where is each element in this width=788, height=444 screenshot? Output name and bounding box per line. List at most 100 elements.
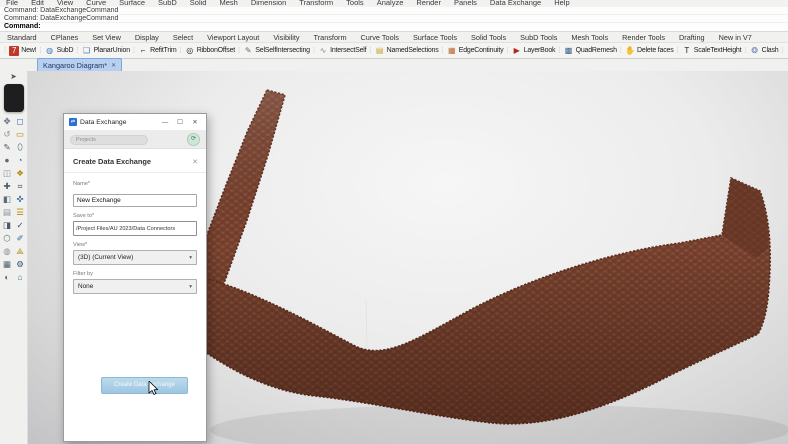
sidebar-tool-icon[interactable]: ↺ (3, 128, 10, 141)
toolbar-button-delete-faces[interactable]: ✋Delete faces (625, 46, 674, 56)
toolbar-tab-subd-tools[interactable]: SubD Tools (513, 33, 564, 42)
toolbar-tab-visibility[interactable]: Visibility (266, 33, 306, 42)
menu-curve[interactable]: Curve (86, 0, 106, 7)
viewport-tab-kangaroo-diagram[interactable]: Kangaroo Diagram* ✕ (37, 58, 122, 71)
card-close-icon[interactable]: ✕ (192, 158, 198, 166)
toolbar-tab-curve-tools[interactable]: Curve Tools (354, 33, 406, 42)
view-select[interactable]: (3D) (Current View) ▾ (73, 250, 197, 265)
sidebar-tool-icon[interactable]: ◻ (16, 115, 23, 128)
tab-close-icon[interactable]: ✕ (111, 62, 116, 69)
toolbar-button-scaletextheight[interactable]: TScaleTextHeight (682, 46, 742, 56)
sidebar-tool-icon[interactable]: ⬯ (17, 141, 22, 154)
toolbar-button-quadremesh[interactable]: ▩QuadRemesh (564, 46, 617, 56)
sidebar-tool-icon[interactable]: ✜ (16, 193, 23, 206)
menu-transform[interactable]: Transform (299, 0, 333, 7)
menu-mesh[interactable]: Mesh (219, 0, 237, 7)
command-history[interactable]: Command: DataExchangeCommandCommand: Dat… (0, 7, 788, 32)
menu-tools[interactable]: Tools (346, 0, 364, 7)
toolbar-tab-standard[interactable]: Standard (0, 33, 44, 42)
chevron-down-icon: ▾ (189, 255, 192, 261)
menu-view[interactable]: View (57, 0, 73, 7)
toolbar-tab-cplanes[interactable]: CPlanes (44, 33, 86, 42)
toolbar-button-layerbook[interactable]: ▶LayerBook (512, 46, 556, 56)
sidebar-tool-icon[interactable]: ◧ (3, 193, 11, 206)
sidebar-tool-icon[interactable]: ◨ (3, 219, 11, 232)
sidebar-tool-icon[interactable]: ✐ (16, 232, 23, 245)
refittrim-icon: ⌐ (138, 46, 148, 56)
maximize-icon[interactable]: ☐ (174, 118, 186, 126)
menu-render[interactable]: Render (416, 0, 441, 7)
toolbar-button-label: IntersectSelf (330, 47, 366, 54)
collapsed-panel[interactable] (4, 84, 24, 112)
field-view: View* (3D) (Current View) ▾ (73, 236, 197, 265)
sidebar-tool-icon[interactable]: ◔ (17, 154, 22, 167)
toolbar-tab-drafting[interactable]: Drafting (672, 33, 712, 42)
toolbar-separator: ⁞ (620, 46, 622, 55)
sidebar-tool-icon[interactable]: ❖ (16, 167, 24, 180)
menu-file[interactable]: File (6, 0, 18, 7)
sidebar-tool-icon[interactable]: ▦ (3, 258, 11, 271)
sidebar-tool-icon[interactable]: ✓ (16, 219, 23, 232)
menu-edit[interactable]: Edit (31, 0, 44, 7)
toolbar-button-label: LayerBook (524, 47, 556, 54)
sidebar-tool-icon[interactable]: ● (4, 154, 9, 167)
toolbar-tab-set-view[interactable]: Set View (85, 33, 128, 42)
menu-surface[interactable]: Surface (119, 0, 145, 7)
toolbar-tab-render-tools[interactable]: Render Tools (615, 33, 672, 42)
sidebar-tool-icon[interactable]: ▭ (16, 128, 24, 141)
toolbar-tab-solid-tools[interactable]: Solid Tools (464, 33, 513, 42)
toolbar-tab-new-in-v7[interactable]: New in V7 (712, 33, 759, 42)
toolbar-tab-transform[interactable]: Transform (307, 33, 354, 42)
sidebar-tool-icon[interactable]: ⌂ (17, 271, 22, 284)
sidebar-tool-icon[interactable]: ⬡ (3, 232, 10, 245)
toolbar-button-refittrim[interactable]: ⌐RefitTrim (138, 46, 176, 56)
sidebar-tool-icon[interactable]: ✎ (3, 141, 10, 154)
toolbar-button-namedselections[interactable]: ▤NamedSelections (375, 46, 439, 56)
toolbar-tab-select[interactable]: Select (166, 33, 200, 42)
sidebar-tool-icon[interactable]: ⟁ (16, 245, 24, 258)
toolbar-button-label: PlanarUnion (94, 47, 130, 54)
sidebar-tool-icon[interactable]: ☰ (16, 206, 24, 219)
menu-help[interactable]: Help (554, 0, 569, 7)
refresh-button[interactable]: ⟳ (187, 133, 200, 146)
toolbar-button-label: QuadRemesh (576, 47, 617, 54)
menu-data-exchange[interactable]: Data Exchange (490, 0, 541, 7)
sidebar-tool-icon[interactable]: ⌗ (18, 180, 23, 193)
sidebar-tool-icon[interactable]: ⚙ (16, 258, 24, 271)
close-icon[interactable]: ✕ (189, 118, 201, 126)
toolbar-button-edgecontinuity[interactable]: ▦EdgeContinuity (447, 46, 504, 56)
toolbar-button-subd[interactable]: ◍SubD (45, 46, 74, 56)
toolbar-tab-mesh-tools[interactable]: Mesh Tools (564, 33, 615, 42)
sidebar-tool-icon[interactable]: ◫ (3, 167, 11, 180)
menu-dimension[interactable]: Dimension (251, 0, 286, 7)
sidebar-tool-icon[interactable]: ◐ (4, 271, 9, 284)
toolbar-button-intersectself[interactable]: ∿IntersectSelf (318, 46, 366, 56)
minimize-icon[interactable]: — (159, 119, 171, 126)
save-to-picker[interactable]: /Project Files/AU 2023/Data Connectors (73, 221, 197, 236)
create-data-exchange-button[interactable]: Create Data Exchange (101, 377, 188, 394)
sidebar-tool-icon[interactable]: ◍ (3, 245, 10, 258)
menu-panels[interactable]: Panels (454, 0, 477, 7)
viewport-tab-label: Kangaroo Diagram* (43, 61, 107, 70)
sidebar-tool-icon[interactable]: ▤ (3, 206, 11, 219)
mouse-cursor (148, 381, 160, 397)
toolbar-button-clash[interactable]: ❂Clash (750, 46, 779, 56)
sidebar-tool-icon[interactable]: ✚ (3, 180, 10, 193)
menu-analyze[interactable]: Analyze (377, 0, 404, 7)
menu-solid[interactable]: Solid (190, 0, 207, 7)
sidebar-tool-icon[interactable]: ✥ (3, 115, 10, 128)
toolbar-button-new[interactable]: 7New! (9, 46, 36, 56)
projects-dropdown[interactable]: Projects (70, 135, 148, 145)
toolbar-button-selselfintersecting[interactable]: ✎SelSelfIntersecting (243, 46, 310, 56)
toolbar-tab-surface-tools[interactable]: Surface Tools (406, 33, 464, 42)
toolbar-tab-display[interactable]: Display (128, 33, 166, 42)
menu-subd[interactable]: SubD (158, 0, 177, 7)
pointer-tool-icon[interactable]: ➤ (10, 72, 17, 82)
name-input[interactable] (73, 194, 197, 207)
toolbar-tab-viewport-layout[interactable]: Viewport Layout (200, 33, 266, 42)
toolbar-button-ribbonoffset[interactable]: ◎RibbonOffset (185, 46, 235, 56)
command-prompt[interactable]: Command: (0, 23, 788, 31)
toolbar-button-planarunion[interactable]: ❏PlanarUnion (82, 46, 130, 56)
dialog-title-bar[interactable]: ⇄ Data Exchange — ☐ ✕ (64, 114, 206, 131)
filter-by-select[interactable]: None ▾ (73, 279, 197, 294)
